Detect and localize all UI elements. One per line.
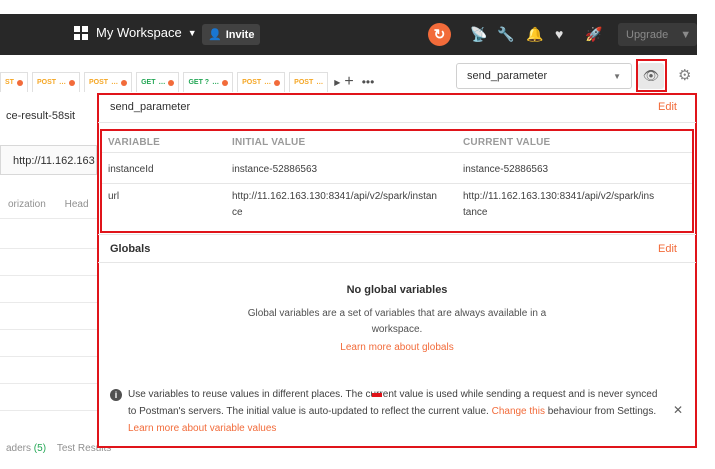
- divider: [0, 248, 97, 249]
- wrench-icon[interactable]: 🔧: [497, 26, 514, 43]
- add-user-icon: 👤: [208, 29, 222, 41]
- more-tabs-icon[interactable]: •••: [362, 75, 375, 89]
- scroll-right-icon[interactable]: ▶: [334, 78, 340, 87]
- no-globals-heading: No global variables: [346, 284, 448, 296]
- learn-globals-link: Learn more about globals: [340, 342, 454, 353]
- mouse-cursor: [372, 393, 382, 397]
- request-title: ce-result-58sit: [6, 110, 76, 122]
- column-header-current-value: CURRENT VALUE: [463, 137, 551, 148]
- workspace-selector[interactable]: My Workspace ▼: [74, 25, 197, 40]
- workspace-label: My Workspace: [96, 25, 182, 40]
- request-tabs: ST POST… POST… GET… GET ?… POST… POST… ▶…: [0, 72, 374, 92]
- response-tabs: aders (5) Test Results: [6, 443, 111, 454]
- highlight-outline: [636, 59, 667, 92]
- invite-button[interactable]: 👤 Invite: [202, 24, 261, 45]
- globals-description: Global variables are a set of variables …: [247, 308, 547, 335]
- caret-down-icon: ▼: [613, 71, 621, 81]
- divider: [0, 383, 97, 384]
- divider: [102, 183, 692, 184]
- invite-label: Invite: [225, 28, 255, 41]
- environment-name: send_parameter: [110, 101, 191, 113]
- divider: [98, 122, 696, 123]
- caret-down-icon: ▼: [187, 27, 197, 38]
- edit-globals-link[interactable]: Edit: [658, 243, 677, 255]
- request-tab[interactable]: POST…: [84, 72, 133, 92]
- sync-icon[interactable]: ↻: [428, 23, 451, 46]
- gear-icon[interactable]: ⚙: [678, 66, 691, 84]
- grid-icon: [74, 25, 88, 40]
- bell-icon[interactable]: 🔔: [526, 26, 543, 43]
- learn-variable-values-link[interactable]: Learn more about variable values: [128, 423, 276, 434]
- variable-initial-value: instance-52886563: [232, 164, 318, 175]
- tab-authorization[interactable]: orization: [8, 199, 46, 210]
- unsaved-dot-icon: [121, 79, 128, 86]
- unsaved-dot-icon: [222, 79, 229, 86]
- variable-current-value: http://11.162.163.130:8341/api/v2/spark/…: [463, 191, 655, 218]
- change-behaviour-link[interactable]: Change this: [492, 406, 545, 417]
- rocket-icon[interactable]: 🚀: [585, 26, 602, 43]
- divider: [0, 302, 97, 303]
- tab-headers[interactable]: Head: [65, 199, 89, 210]
- variable-initial-value: http://11.162.163.130:8341/api/v2/spark/…: [232, 191, 437, 218]
- close-icon[interactable]: ✕: [673, 403, 683, 417]
- upgrade-button[interactable]: Upgrade ▼: [618, 23, 697, 46]
- divider: [0, 329, 97, 330]
- unsaved-dot-icon: [274, 79, 281, 86]
- variable-current-value: instance-52886563: [463, 164, 549, 175]
- variable-name: url: [108, 191, 120, 202]
- request-tab[interactable]: ST: [0, 72, 28, 92]
- column-header-initial-value: INITIAL VALUE: [232, 137, 306, 148]
- variable-name: instanceId: [108, 164, 154, 175]
- heart-icon[interactable]: ♥: [555, 26, 563, 42]
- info-icon: i: [110, 389, 122, 401]
- divider: [98, 262, 696, 263]
- unsaved-dot-icon: [69, 79, 76, 86]
- environment-select-value: send_parameter: [467, 70, 548, 82]
- request-subtabs: orization Head: [8, 199, 89, 210]
- edit-environment-link[interactable]: Edit: [658, 101, 677, 113]
- divider: [0, 218, 97, 219]
- divider: [0, 356, 97, 357]
- column-header-variable: VARIABLE: [108, 137, 160, 148]
- new-tab-icon[interactable]: +: [344, 73, 353, 91]
- request-tab[interactable]: POST…: [31, 72, 81, 92]
- variables-info-banner: Use variables to reuse values in differe…: [128, 389, 658, 434]
- request-tab[interactable]: POST…: [237, 72, 286, 92]
- tab-response-headers[interactable]: aders (5): [6, 443, 46, 454]
- unsaved-dot-icon: [168, 79, 175, 86]
- divider: [0, 275, 97, 276]
- request-tab[interactable]: GET ?…: [183, 72, 234, 92]
- caret-down-icon: ▼: [680, 28, 692, 41]
- environment-select[interactable]: send_parameter ▼: [456, 63, 632, 89]
- globals-title: Globals: [110, 243, 151, 255]
- request-tab[interactable]: GET…: [136, 72, 180, 92]
- divider: [0, 410, 97, 411]
- divider: [98, 234, 696, 235]
- url-input[interactable]: http://11.162.163: [0, 145, 97, 175]
- top-bar: My Workspace ▼ 👤 Invite ↻ 📡 🔧 🔔 ♥ 🚀 Upgr…: [0, 14, 697, 55]
- upgrade-label: Upgrade: [626, 28, 669, 41]
- unsaved-dot-icon: [16, 79, 23, 86]
- request-tab[interactable]: POST…: [289, 72, 329, 92]
- divider: [102, 152, 692, 153]
- satellite-icon[interactable]: 📡: [470, 26, 487, 43]
